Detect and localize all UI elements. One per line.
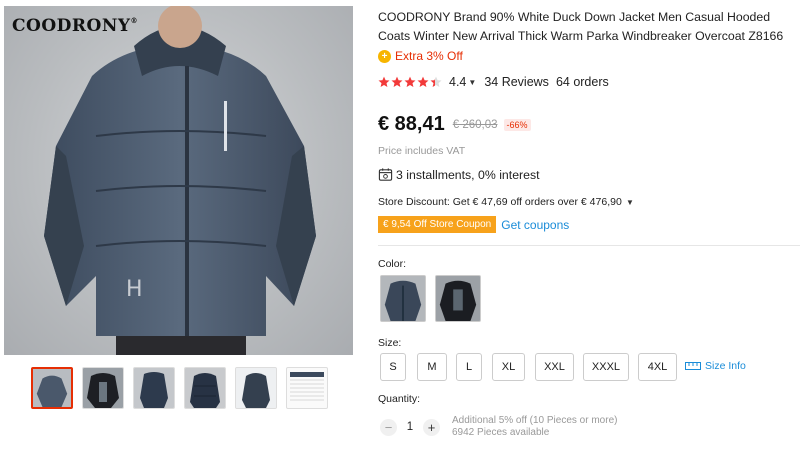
discount-badge: -66% xyxy=(503,118,531,131)
reviews-link[interactable]: 34 Reviews xyxy=(484,75,549,89)
original-price: € 260,03 xyxy=(452,118,498,131)
thumbnail-5[interactable] xyxy=(235,367,277,409)
size-option-4xl[interactable]: 4XL xyxy=(638,353,677,381)
plus-circle-icon: + xyxy=(378,49,391,63)
chevron-down-icon[interactable]: ▼ xyxy=(468,78,476,87)
svg-text:H: H xyxy=(126,277,143,302)
size-option-s[interactable]: S xyxy=(380,353,406,381)
brand-logo: COODRONY® xyxy=(12,16,139,36)
coupon-row: € 9,54 Off Store Coupon Get coupons xyxy=(378,216,569,233)
color-swatch-dark-navy[interactable] xyxy=(380,275,426,322)
jacket-illustration: H xyxy=(44,6,316,355)
store-coupon-badge: € 9,54 Off Store Coupon xyxy=(378,216,497,233)
thumbnail-4[interactable] xyxy=(184,367,226,409)
quantity-label: Quantity: xyxy=(378,393,421,405)
size-option-xxl[interactable]: XXL xyxy=(535,353,574,381)
color-swatch-black[interactable] xyxy=(435,275,481,322)
thumbnail-3[interactable] xyxy=(133,367,175,409)
promo-text: Extra 3% Off xyxy=(395,49,463,63)
decrease-quantity-button[interactable]: − xyxy=(380,418,397,436)
star-rating[interactable] xyxy=(378,76,443,88)
size-option-m[interactable]: M xyxy=(417,353,447,381)
installments-row[interactable]: 3 installments, 0% interest xyxy=(378,167,540,182)
ruler-icon xyxy=(685,362,701,370)
orders-count: 64 orders xyxy=(555,75,609,89)
star-icon xyxy=(391,76,403,87)
vat-note: Price includes VAT xyxy=(378,145,466,157)
current-price: € 88,41 xyxy=(378,113,445,135)
stock-note: 6942 Pieces available xyxy=(452,427,550,438)
thumbnail-6-size-chart[interactable] xyxy=(286,367,328,409)
installments-text: 3 installments, 0% interest xyxy=(396,167,540,182)
star-icon xyxy=(417,76,429,87)
rating-value: 4.4 xyxy=(449,75,467,89)
thumbnail-strip xyxy=(31,367,331,411)
thumbnail-1[interactable] xyxy=(31,367,73,409)
rating-row: 4.4 ▼ 34 Reviews 64 orders xyxy=(378,75,609,89)
size-option-l[interactable]: L xyxy=(456,353,482,381)
product-title: COODRONY Brand 90% White Duck Down Jacke… xyxy=(378,10,784,43)
extra-discount-promo: + Extra 3% Off xyxy=(378,49,463,63)
price-row: € 88,41 € 260,03 -66% xyxy=(378,113,531,136)
increase-quantity-button[interactable]: + xyxy=(423,418,440,436)
star-icon xyxy=(404,76,416,87)
quantity-input[interactable]: 1 xyxy=(397,421,423,433)
bulk-discount-note: Additional 5% off (10 Pieces or more) xyxy=(452,415,618,426)
size-label: Size: xyxy=(378,337,402,349)
main-product-image[interactable]: H COODRONY® xyxy=(4,6,353,355)
chevron-down-icon: ▼ xyxy=(623,198,634,207)
size-info-text: Size Info xyxy=(705,360,746,372)
size-info-link[interactable]: Size Info xyxy=(685,360,746,372)
installment-icon xyxy=(378,168,393,181)
store-discount[interactable]: Store Discount: Get € 47,69 off orders o… xyxy=(378,196,642,208)
thumbnail-2[interactable] xyxy=(82,367,124,409)
store-discount-text: Store Discount: Get € 47,69 off orders o… xyxy=(378,196,622,208)
star-icon xyxy=(378,76,390,87)
color-label: Color: xyxy=(378,258,407,270)
star-icon xyxy=(430,76,442,87)
size-option-xxxl[interactable]: XXXL xyxy=(583,353,629,381)
quantity-info: Additional 5% off (10 Pieces or more) 69… xyxy=(452,415,617,439)
size-option-xl[interactable]: XL xyxy=(492,353,525,381)
section-divider xyxy=(378,245,800,246)
quantity-stepper: − 1 + Additional 5% off (10 Pieces or mo… xyxy=(380,415,617,439)
get-coupons-link[interactable]: Get coupons xyxy=(501,218,569,232)
